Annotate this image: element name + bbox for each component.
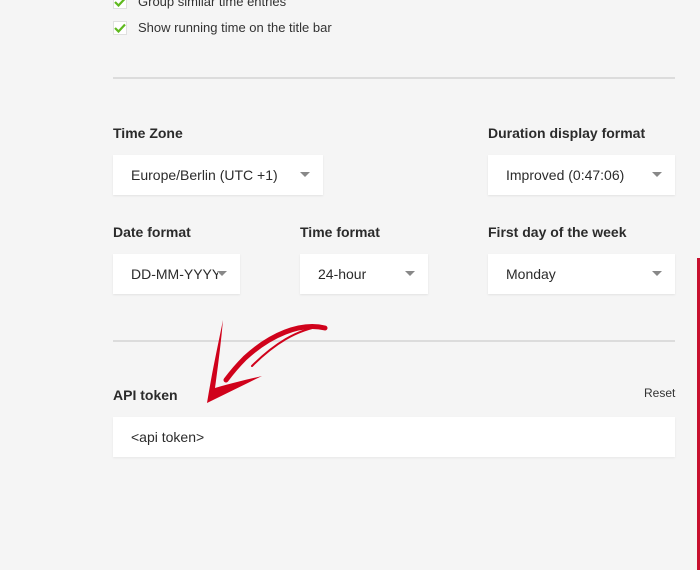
time-format-label: Time format (300, 224, 380, 240)
checkbox-group-similar[interactable] (113, 0, 127, 9)
first-day-label: First day of the week (488, 224, 627, 240)
api-token-label: API token (113, 387, 178, 403)
time-format-select[interactable]: 24-hour (300, 254, 428, 294)
checkbox-row-running-time[interactable]: Show running time on the title bar (113, 20, 332, 35)
chevron-down-icon (300, 172, 310, 177)
date-format-value: DD-MM-YYYY (131, 266, 218, 282)
chevron-down-icon (217, 271, 227, 276)
time-format-value: 24-hour (318, 266, 367, 282)
chevron-down-icon (405, 271, 415, 276)
first-day-value: Monday (506, 266, 556, 282)
chevron-down-icon (652, 271, 662, 276)
duration-format-select[interactable]: Improved (0:47:06) (488, 155, 675, 195)
checkbox-label-group-similar: Group similar time entries (138, 0, 287, 9)
first-day-select[interactable]: Monday (488, 254, 675, 294)
api-token-value: <api token> (131, 429, 205, 445)
settings-page: Group similar time entries Show running … (0, 0, 700, 570)
duration-format-label: Duration display format (488, 125, 646, 141)
checkbox-row-group-similar[interactable]: Group similar time entries (113, 0, 286, 9)
check-icon (114, 0, 125, 7)
divider (113, 340, 675, 342)
api-token-field[interactable]: <api token> (113, 417, 675, 457)
date-format-label: Date format (113, 224, 191, 240)
time-zone-select[interactable]: Europe/Berlin (UTC +1) (113, 155, 323, 195)
checkbox-running-time[interactable] (113, 20, 127, 35)
time-zone-label: Time Zone (113, 125, 183, 141)
chevron-down-icon (652, 172, 662, 177)
checkbox-label-running-time: Show running time on the title bar (138, 20, 332, 35)
check-icon (114, 23, 126, 33)
duration-format-value: Improved (0:47:06) (506, 167, 625, 183)
date-format-select[interactable]: DD-MM-YYYY (113, 254, 240, 294)
reset-link[interactable]: Reset (644, 386, 675, 400)
time-zone-value: Europe/Berlin (UTC +1) (131, 167, 278, 183)
divider (113, 77, 675, 79)
